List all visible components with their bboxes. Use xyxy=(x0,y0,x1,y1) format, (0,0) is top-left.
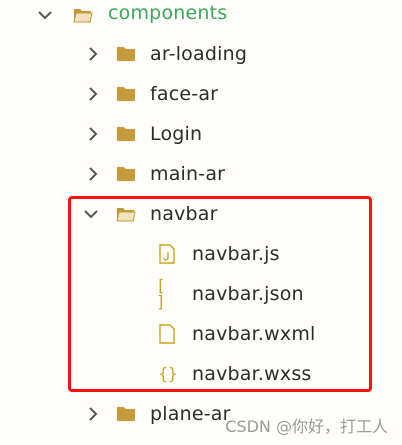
watermark: CSDN @你好，打工人 xyxy=(225,417,388,436)
folder-icon xyxy=(117,407,135,421)
tree-label: Login xyxy=(150,123,203,145)
tree-label: face-ar xyxy=(150,83,219,105)
tree-label-components: components xyxy=(108,2,228,24)
chevron-right-icon[interactable] xyxy=(86,167,100,181)
folder-icon xyxy=(117,47,135,61)
chevron-right-icon[interactable] xyxy=(86,87,100,101)
tree-label: ar-loading xyxy=(150,43,248,65)
tree-row-face-ar[interactable]: face-ar xyxy=(0,74,402,114)
tree-row-ar-loading[interactable]: ar-loading xyxy=(0,34,402,74)
tree-row-login[interactable]: Login xyxy=(0,114,402,154)
folder-icon xyxy=(117,127,135,141)
folder-open-icon xyxy=(73,9,93,23)
tree-label: main-ar xyxy=(150,163,226,185)
tree-row-main-ar[interactable]: main-ar xyxy=(0,154,402,194)
folder-icon xyxy=(117,167,135,181)
chevron-right-icon[interactable] xyxy=(86,47,100,61)
folder-icon xyxy=(117,87,135,101)
chevron-right-icon[interactable] xyxy=(86,407,100,421)
highlight-box xyxy=(68,196,372,392)
chevron-down-icon[interactable] xyxy=(38,8,52,22)
tree-label: plane-ar xyxy=(150,403,231,425)
tree-row-components[interactable]: components xyxy=(0,0,402,35)
chevron-right-icon[interactable] xyxy=(86,127,100,141)
